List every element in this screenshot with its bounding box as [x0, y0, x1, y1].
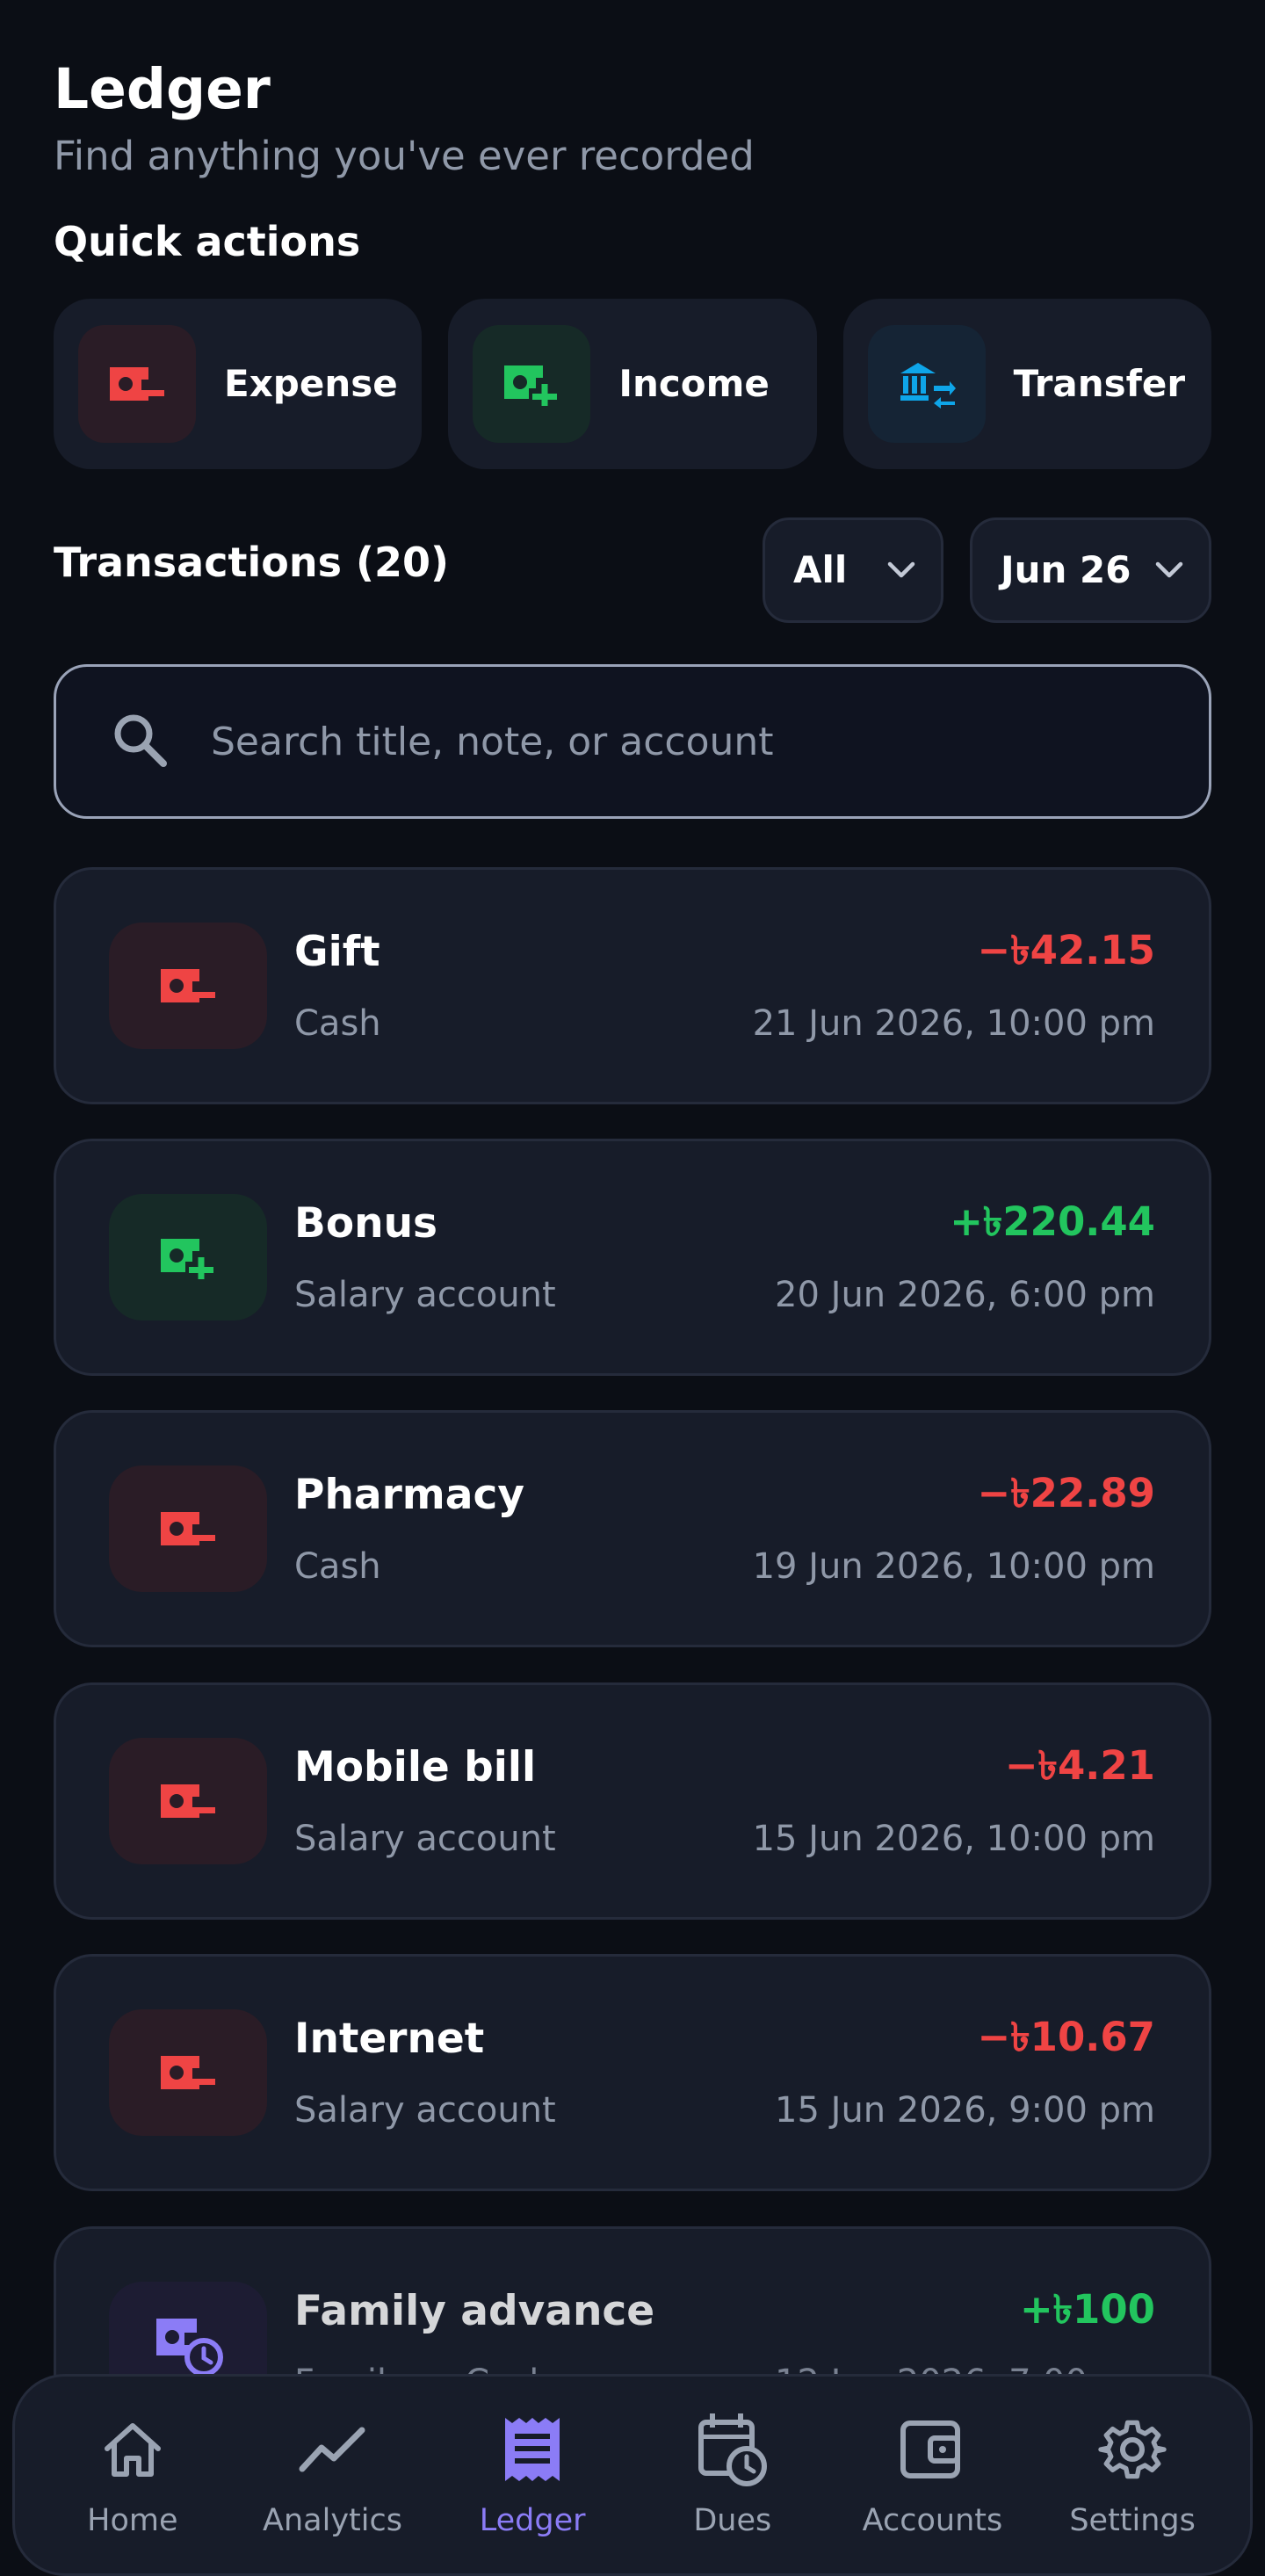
nav-item-accounts[interactable]: Accounts — [840, 2410, 1024, 2540]
search-input[interactable] — [209, 706, 1209, 778]
transaction-date: 20 Jun 2026, 6:00 pm — [775, 1275, 1155, 1315]
quick-action-income-label: Income — [618, 362, 770, 405]
nav-label-home: Home — [87, 2503, 178, 2538]
transaction-card[interactable]: Gift Cash −৳42.15 21 Jun 2026, 10:00 pm — [54, 867, 1211, 1104]
cash-minus-icon — [109, 1738, 267, 1864]
date-filter-dropdown[interactable]: Jun 26 — [970, 517, 1211, 623]
transaction-date: 15 Jun 2026, 10:00 pm — [752, 1819, 1155, 1859]
type-filter-value: All — [793, 548, 848, 591]
transaction-title: Internet — [294, 2015, 485, 2063]
search-box[interactable] — [54, 664, 1211, 819]
nav-item-ledger[interactable]: Ledger — [440, 2410, 625, 2540]
nav-item-settings[interactable]: Settings — [1040, 2410, 1225, 2540]
quick-actions-row: Expense Income Transfer — [54, 299, 1211, 469]
nav-label-analytics: Analytics — [263, 2503, 402, 2538]
transaction-account: Salary account — [294, 2090, 556, 2131]
bottom-nav: Home Analytics Ledger Dues Accounts Sett… — [12, 2374, 1253, 2576]
transaction-amount: +৳220.44 — [950, 1198, 1155, 1245]
transaction-title: Mobile bill — [294, 1743, 537, 1791]
quick-action-transfer-button[interactable]: Transfer — [842, 299, 1211, 469]
transaction-account: Salary account — [294, 1819, 556, 1859]
cash-minus-icon — [109, 2009, 267, 2136]
transaction-card[interactable]: Bonus Salary account +৳220.44 20 Jun 202… — [54, 1139, 1211, 1376]
transactions-header: Transactions (20) — [54, 539, 450, 586]
chevron-down-icon — [1154, 561, 1184, 580]
transaction-account: Cash — [294, 1003, 381, 1044]
transaction-title: Gift — [294, 928, 380, 976]
nav-item-home[interactable]: Home — [40, 2410, 225, 2540]
transaction-date: 19 Jun 2026, 10:00 pm — [752, 1546, 1155, 1587]
quick-action-expense-button[interactable]: Expense — [54, 299, 423, 469]
page-title: Ledger — [54, 57, 271, 121]
transaction-amount: −৳22.89 — [977, 1470, 1155, 1516]
date-filter-value: Jun 26 — [1001, 548, 1131, 591]
nav-item-dues[interactable]: Dues — [640, 2410, 825, 2540]
transaction-amount: +৳100 — [1019, 2286, 1155, 2333]
quick-actions-title: Quick actions — [54, 218, 361, 265]
nav-label-accounts: Accounts — [862, 2503, 1003, 2538]
type-filter-dropdown[interactable]: All — [763, 517, 943, 623]
quick-action-transfer-label: Transfer — [1013, 362, 1186, 405]
transaction-amount: −৳42.15 — [977, 927, 1155, 973]
wallet-icon — [899, 2410, 965, 2489]
calendar-clock-icon — [696, 2410, 770, 2489]
transaction-card[interactable]: Internet Salary account −৳10.67 15 Jun 2… — [54, 1954, 1211, 2191]
gear-icon — [1097, 2410, 1167, 2489]
cash-minus-icon — [109, 1465, 267, 1592]
transaction-account: Cash — [294, 1546, 381, 1587]
receipt-icon — [502, 2410, 563, 2489]
ledger-screen: Ledger Find anything you've ever recorde… — [0, 0, 1265, 2576]
transaction-date: 21 Jun 2026, 10:00 pm — [752, 1003, 1155, 1044]
transaction-title: Pharmacy — [294, 1471, 524, 1519]
transaction-amount: −৳4.21 — [1004, 1742, 1155, 1789]
transaction-account: Salary account — [294, 1275, 556, 1315]
chevron-down-icon — [886, 561, 916, 580]
page-subtitle: Find anything you've ever recorded — [54, 133, 755, 179]
nav-item-analytics[interactable]: Analytics — [240, 2410, 424, 2540]
transaction-title: Bonus — [294, 1199, 438, 1248]
cash-plus-icon — [109, 1194, 267, 1321]
bank-transfer-icon — [867, 325, 986, 443]
transaction-card[interactable]: Pharmacy Cash −৳22.89 19 Jun 2026, 10:00… — [54, 1410, 1211, 1647]
quick-action-expense-label: Expense — [224, 362, 398, 405]
cash-minus-icon — [78, 325, 196, 443]
home-icon — [100, 2410, 165, 2489]
nav-label-dues: Dues — [693, 2503, 772, 2538]
nav-label-ledger: Ledger — [479, 2503, 586, 2538]
transaction-amount: −৳10.67 — [977, 2014, 1155, 2060]
nav-label-settings: Settings — [1069, 2503, 1196, 2538]
analytics-icon — [297, 2410, 367, 2489]
transaction-title: Family advance — [294, 2287, 655, 2335]
cash-plus-icon — [473, 325, 591, 443]
quick-action-income-button[interactable]: Income — [448, 299, 817, 469]
transaction-card[interactable]: Mobile bill Salary account −৳4.21 15 Jun… — [54, 1682, 1211, 1920]
search-icon — [111, 711, 169, 772]
transaction-date: 15 Jun 2026, 9:00 pm — [775, 2090, 1155, 2131]
cash-minus-icon — [109, 923, 267, 1049]
